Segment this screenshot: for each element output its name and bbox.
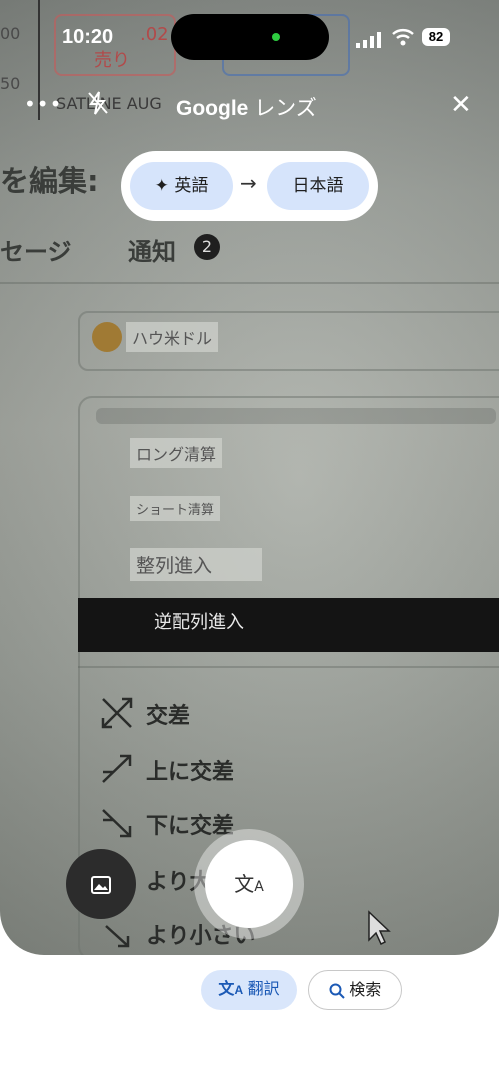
dynamic-island — [171, 14, 329, 60]
gallery-button[interactable] — [66, 849, 136, 919]
photo-tab-text: セージ — [0, 238, 72, 266]
cellular-signal-icon — [356, 32, 382, 52]
wifi-icon — [392, 28, 414, 50]
title-brand: Google — [176, 97, 249, 120]
cross-down-icon — [102, 809, 132, 838]
arrow-right-icon: → — [240, 171, 257, 195]
sparkle-icon: ✦ — [154, 176, 169, 196]
menu-overlay-short: ショート清算 — [130, 496, 221, 521]
lens-top-bar: ••• Google レンズ ✕ — [0, 88, 499, 124]
title-suffix: レンズ — [254, 97, 317, 120]
translate-shutter-button[interactable]: 文A — [205, 840, 293, 928]
tab-search-label: 検索 — [349, 982, 382, 999]
more-icon[interactable]: ••• — [24, 92, 62, 116]
camera-viewfinder[interactable]: 00 50 .02 売り SATLINE AUG を編集: セージ 通知 2 ハ… — [0, 0, 499, 955]
translate-icon: 文A — [218, 981, 244, 998]
tab-translate-label: 翻訳 — [247, 981, 280, 998]
selected-menu-row — [78, 598, 499, 652]
source-language-chip[interactable]: ✦ 英語 — [130, 162, 233, 210]
photo-divider — [0, 282, 499, 284]
source-language-label: 英語 — [174, 176, 209, 196]
battery-indicator: 82 — [422, 28, 450, 46]
search-icon — [329, 983, 345, 999]
less-than-icon — [105, 925, 130, 948]
cross-up-icon — [102, 754, 132, 783]
close-icon[interactable]: ✕ — [450, 90, 472, 120]
photo-notice-label: 通知 — [128, 238, 176, 266]
camera-indicator-dot — [272, 33, 280, 41]
tab-translate[interactable]: 文A 翻訳 — [201, 970, 297, 1010]
mouse-cursor-icon — [368, 910, 391, 946]
field-avatar — [92, 322, 122, 352]
field-overlay-text: ハウ米ドル — [126, 322, 219, 352]
menu-overlay-reverse: 逆配列進入 — [154, 612, 244, 633]
list-item-cross: 交差 — [146, 704, 191, 729]
gallery-icon — [91, 875, 111, 894]
photo-heading: を編集: — [0, 164, 99, 198]
card-header-blur — [96, 408, 496, 424]
photo-notice-badge: 2 — [194, 234, 220, 260]
cross-icon — [101, 697, 133, 729]
target-language-chip[interactable]: 日本語 — [267, 162, 369, 210]
menu-overlay-long: ロング清算 — [130, 438, 223, 468]
lens-title: Google レンズ — [176, 92, 317, 122]
status-time: 10:20 — [62, 26, 114, 48]
list-item-cross-down: 下に交差 — [146, 814, 235, 839]
list-item-cross-up: 上に交差 — [146, 760, 235, 785]
photo-menu-divider — [78, 666, 499, 668]
language-selector: ✦ 英語 → 日本語 — [121, 151, 378, 221]
tab-search[interactable]: 検索 — [308, 970, 402, 1010]
translate-icon: 文A — [234, 872, 264, 896]
flash-off-icon[interactable] — [86, 90, 110, 120]
menu-overlay-aligned: 整列進入 — [130, 548, 262, 581]
